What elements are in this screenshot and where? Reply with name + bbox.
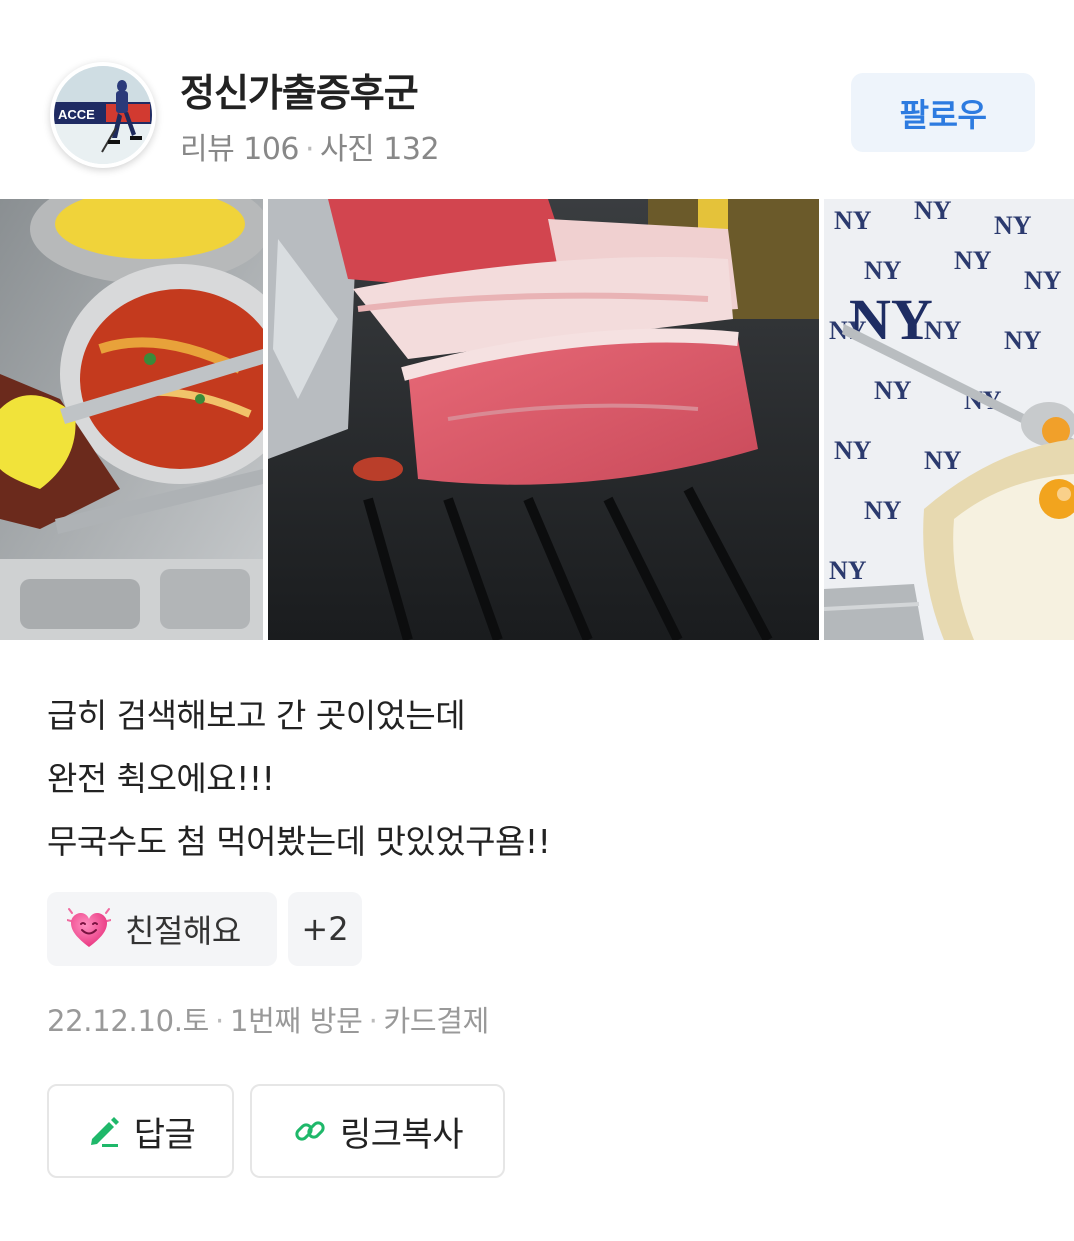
follow-button[interactable]: 팔로우 <box>851 73 1035 152</box>
visit-count: 1번째 방문 <box>229 1004 363 1038</box>
reviewer-header: ACCE 정신가출증후군 리뷰 106 · 사진 132 팔로우 <box>0 0 1074 196</box>
svg-text:NY: NY <box>924 446 962 475</box>
meta-separator: · <box>368 1004 378 1038</box>
review-line: 완전 췩오에요!!! <box>47 759 275 798</box>
svg-text:NY: NY <box>874 376 912 405</box>
svg-text:NY: NY <box>914 199 952 225</box>
svg-text:NY: NY <box>1004 326 1042 355</box>
review-text: 급히 검색해보고 간 곳이었는데 완전 췩오에요!!! 무국수도 첨 먹어봤는데… <box>47 684 1027 873</box>
reaction-label: 친절해요 <box>125 912 241 950</box>
link-icon <box>295 1121 325 1141</box>
review-photo-2[interactable] <box>268 199 819 640</box>
review-line: 무국수도 첨 먹어봤는데 맛있었구욤!! <box>47 822 551 861</box>
review-count: 리뷰 106 <box>180 132 300 167</box>
reply-button[interactable]: 답글 <box>47 1084 234 1178</box>
svg-text:ACCE: ACCE <box>58 107 95 122</box>
svg-text:NY: NY <box>864 496 902 525</box>
smiling-heart-icon <box>67 908 111 947</box>
stats-separator: · <box>305 132 315 167</box>
reply-label: 답글 <box>133 1114 196 1155</box>
photo-strip[interactable]: NYNYNY NYNYNY NYNYNY NYNY NYNY NYNY NY N… <box>0 199 1074 640</box>
avatar-image: ACCE <box>54 66 152 164</box>
copy-link-button[interactable]: 링크복사 <box>250 1084 505 1178</box>
review-photo-1[interactable] <box>0 199 263 640</box>
svg-text:NY: NY <box>834 436 872 465</box>
reviewer-stats: 리뷰 106 · 사진 132 <box>180 124 440 168</box>
svg-text:NY: NY <box>864 256 902 285</box>
reaction-chip-kind[interactable]: 친절해요 <box>47 892 277 966</box>
reviewer-nickname[interactable]: 정신가출증후군 <box>180 62 419 117</box>
reaction-more-chip[interactable]: +2 <box>288 892 362 966</box>
visit-date: 22.12.10.토 <box>47 1004 210 1038</box>
copy-link-label: 링크복사 <box>339 1114 464 1155</box>
svg-text:NY: NY <box>829 556 867 585</box>
payment-method: 카드결제 <box>383 1004 490 1038</box>
review-line: 급히 검색해보고 간 곳이었는데 <box>47 696 466 735</box>
meta-separator: · <box>215 1004 224 1038</box>
photo-count: 사진 132 <box>320 132 440 167</box>
svg-text:NY: NY <box>1024 266 1062 295</box>
pencil-icon <box>90 1117 119 1147</box>
visit-meta: 22.12.10.토 · 1번째 방문 · 카드결제 <box>47 998 489 1040</box>
review-photo-3[interactable]: NYNYNY NYNYNY NYNYNY NYNY NYNY NYNY NY N… <box>824 199 1074 640</box>
svg-text:NY: NY <box>994 211 1032 240</box>
svg-text:NY: NY <box>834 206 872 235</box>
svg-text:NY: NY <box>954 246 992 275</box>
avatar[interactable]: ACCE <box>50 62 156 168</box>
